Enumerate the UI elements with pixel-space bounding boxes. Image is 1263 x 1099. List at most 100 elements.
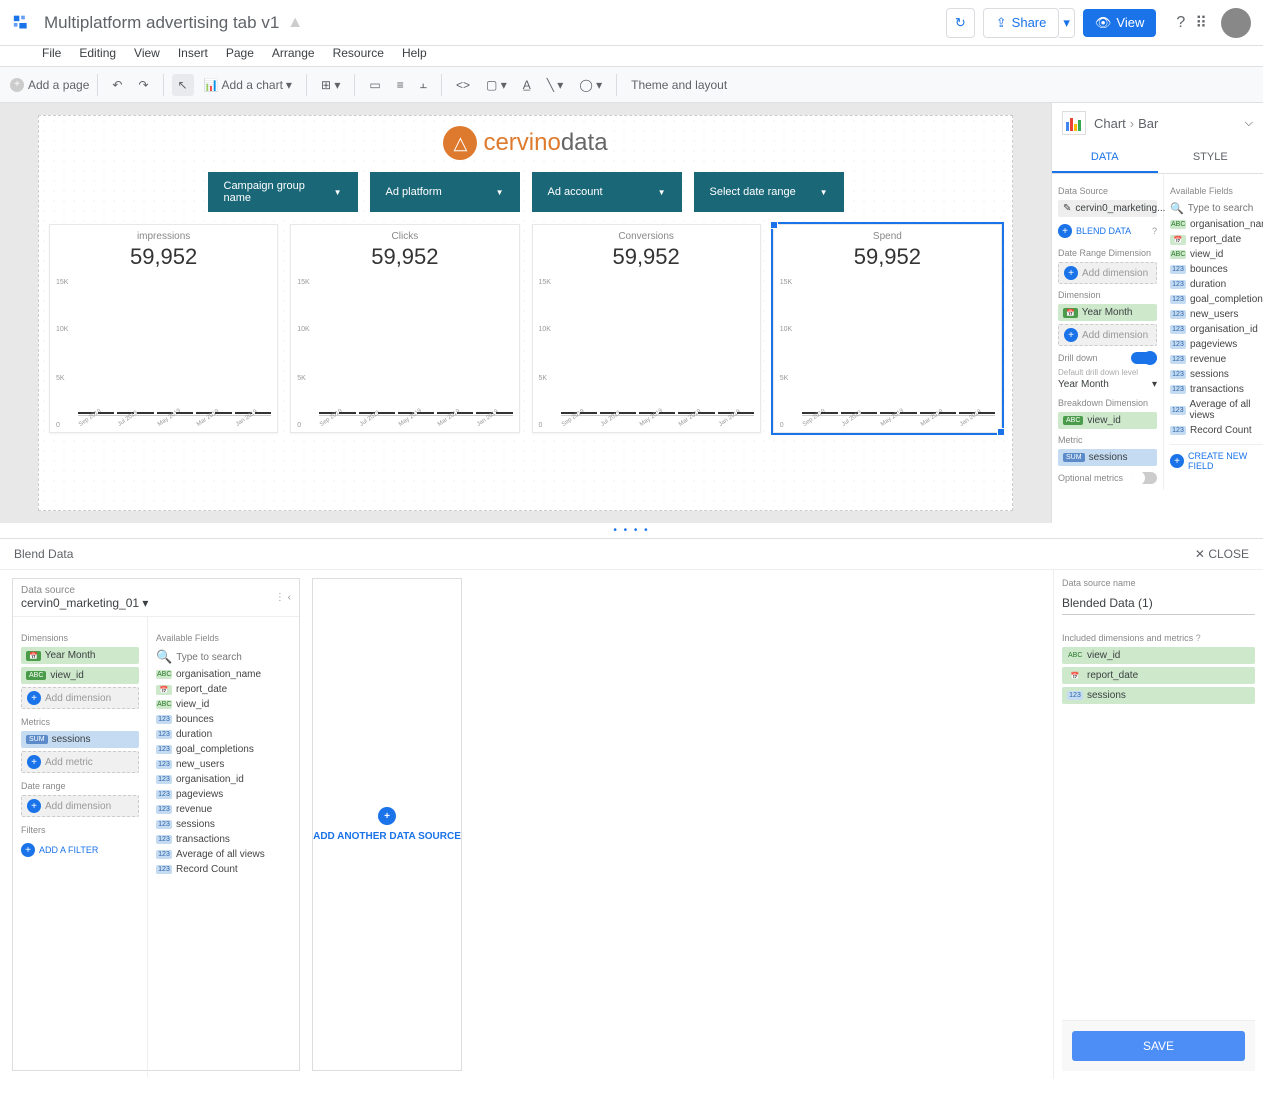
field-item[interactable]: 123goal_completions: [1170, 292, 1263, 307]
field-item[interactable]: 123duration: [156, 727, 291, 742]
menu-editing[interactable]: Editing: [79, 46, 116, 60]
redo-button[interactable]: ↷: [132, 74, 154, 96]
apps-icon[interactable]: ⠿: [1195, 13, 1207, 33]
field-item[interactable]: 123sessions: [1170, 367, 1263, 382]
dimension-chip[interactable]: 📅Year Month: [1058, 304, 1157, 321]
scorecard-0[interactable]: impressions 59,952 15K 10K 5K 0 Sep 2019…: [49, 224, 278, 433]
field-item[interactable]: 📅report_date: [156, 682, 291, 697]
blend-ds-select[interactable]: cervin0_marketing_01 ▾: [21, 596, 148, 610]
undo-button[interactable]: ↶: [106, 74, 128, 96]
drill-level[interactable]: Year Month▾: [1058, 377, 1157, 392]
more-icon[interactable]: ⋮: [275, 592, 285, 603]
field-item[interactable]: 123revenue: [156, 802, 291, 817]
add-chart-button[interactable]: 📊Add a chart ▾: [198, 74, 298, 96]
field-item[interactable]: ABCorganisation_name: [1170, 217, 1263, 232]
field-item[interactable]: 123sessions: [156, 817, 291, 832]
field-search[interactable]: 🔍: [1170, 200, 1263, 217]
blend-add-dim[interactable]: +Add dimension: [21, 687, 139, 709]
canvas[interactable]: △ cervinodata Campaign group name▼ Ad pl…: [0, 103, 1051, 523]
embed-button[interactable]: <>: [450, 74, 476, 96]
field-item[interactable]: 123organisation_id: [1170, 322, 1263, 337]
field-item[interactable]: 123transactions: [1170, 382, 1263, 397]
tab-data[interactable]: DATA: [1052, 143, 1158, 173]
add-dimension[interactable]: +Add dimension: [1058, 324, 1157, 346]
field-item[interactable]: 123new_users: [1170, 307, 1263, 322]
field-item[interactable]: 123pageviews: [156, 787, 291, 802]
create-field-link[interactable]: +CREATE NEW FIELD: [1170, 444, 1263, 477]
close-button[interactable]: ✕ CLOSE: [1195, 547, 1249, 561]
menu-insert[interactable]: Insert: [178, 46, 208, 60]
blend-add-metric[interactable]: +Add metric: [21, 751, 139, 773]
menu-file[interactable]: File: [42, 46, 61, 60]
field-item[interactable]: 123bounces: [156, 712, 291, 727]
field-item[interactable]: 123goal_completions: [156, 742, 291, 757]
community-viz-button[interactable]: ⊞ ▾: [315, 74, 346, 96]
add-data-source-button[interactable]: + ADD ANOTHER DATA SOURCE: [312, 578, 462, 1071]
scorecard-3[interactable]: Spend 59,952 15K 10K 5K 0 Sep 2019Jul 20…: [773, 224, 1002, 433]
field-item[interactable]: 123bounces: [1170, 262, 1263, 277]
data-control-button[interactable]: ⫠: [414, 73, 433, 96]
panel-resize-handle[interactable]: • • • •: [0, 523, 1263, 538]
field-item[interactable]: ABCview_id: [1170, 247, 1263, 262]
line-button[interactable]: ╲ ▾: [541, 74, 570, 96]
refresh-button[interactable]: ↻: [946, 8, 975, 38]
field-item[interactable]: 123Average of all views: [156, 847, 291, 862]
menu-arrange[interactable]: Arrange: [272, 46, 315, 60]
menu-view[interactable]: View: [134, 46, 160, 60]
shape-button[interactable]: ◯ ▾: [573, 74, 608, 96]
filter-account[interactable]: Ad account▼: [532, 172, 682, 212]
included-field[interactable]: 123sessions: [1062, 687, 1255, 704]
field-item[interactable]: 📅report_date: [1170, 232, 1263, 247]
blend-add-daterange[interactable]: +Add dimension: [21, 795, 139, 817]
add-page-button[interactable]: +Add a page: [10, 78, 89, 92]
field-item[interactable]: 123transactions: [156, 832, 291, 847]
save-button[interactable]: SAVE: [1072, 1031, 1245, 1061]
collapse-icon[interactable]: ‹: [288, 592, 291, 603]
optional-toggle[interactable]: [1131, 472, 1157, 484]
blend-dim-1[interactable]: 📅Year Month: [21, 647, 139, 664]
data-source-chip[interactable]: ✎cervin0_marketing...: [1058, 200, 1157, 217]
panel-header[interactable]: Chart›Bar ⌵: [1052, 103, 1263, 143]
image-button[interactable]: ▢ ▾: [480, 74, 513, 96]
field-item[interactable]: ABCorganisation_name: [156, 667, 291, 682]
menu-page[interactable]: Page: [226, 46, 254, 60]
select-tool[interactable]: ↖: [172, 74, 194, 96]
menu-help[interactable]: Help: [402, 46, 427, 60]
field-item[interactable]: 123revenue: [1170, 352, 1263, 367]
avatar[interactable]: [1221, 8, 1251, 38]
blend-dim-2[interactable]: ABCview_id: [21, 667, 139, 684]
add-date-dim[interactable]: +Add dimension: [1058, 262, 1157, 284]
theme-button[interactable]: Theme and layout: [625, 74, 733, 96]
field-item[interactable]: 123Average of all views: [1170, 397, 1263, 423]
field-item[interactable]: 123duration: [1170, 277, 1263, 292]
scorecard-1[interactable]: Clicks 59,952 15K 10K 5K 0 Sep 2019Jul 2…: [290, 224, 519, 433]
blend-metric-1[interactable]: SUMsessions: [21, 731, 139, 748]
field-item[interactable]: 123Record Count: [156, 862, 291, 877]
blend-data-link[interactable]: +BLEND DATA?: [1058, 220, 1157, 242]
tab-style[interactable]: STYLE: [1158, 143, 1263, 173]
menu-resource[interactable]: Resource: [333, 46, 384, 60]
field-item[interactable]: ABCview_id: [156, 697, 291, 712]
filter-control-button[interactable]: ≡: [391, 74, 410, 96]
scorecard-2[interactable]: Conversions 59,952 15K 10K 5K 0 Sep 2019…: [532, 224, 761, 433]
field-item[interactable]: 123new_users: [156, 757, 291, 772]
chevron-down-icon[interactable]: ⌵: [1245, 117, 1253, 130]
doc-title[interactable]: Multiplatform advertising tab v1: [44, 13, 279, 33]
breakdown-chip[interactable]: ABCview_id: [1058, 412, 1157, 429]
share-button[interactable]: ⇪Share: [983, 8, 1060, 38]
help-icon[interactable]: ?: [1176, 14, 1185, 32]
field-item[interactable]: 123pageviews: [1170, 337, 1263, 352]
filter-campaign[interactable]: Campaign group name▼: [208, 172, 358, 212]
share-dropdown[interactable]: ▾: [1059, 8, 1075, 38]
blended-name-input[interactable]: Blended Data (1): [1062, 592, 1255, 615]
text-button[interactable]: A̲: [517, 74, 537, 96]
field-item[interactable]: 123Record Count: [1170, 423, 1263, 438]
drill-toggle[interactable]: [1131, 352, 1157, 364]
blend-search[interactable]: 🔍: [156, 647, 291, 667]
included-field[interactable]: 📅report_date: [1062, 667, 1255, 684]
blend-add-filter[interactable]: +ADD A FILTER: [21, 839, 139, 861]
field-item[interactable]: 123organisation_id: [156, 772, 291, 787]
metric-chip[interactable]: SUMsessions: [1058, 449, 1157, 466]
filter-platform[interactable]: Ad platform▼: [370, 172, 520, 212]
date-control-button[interactable]: ▭: [363, 74, 386, 96]
